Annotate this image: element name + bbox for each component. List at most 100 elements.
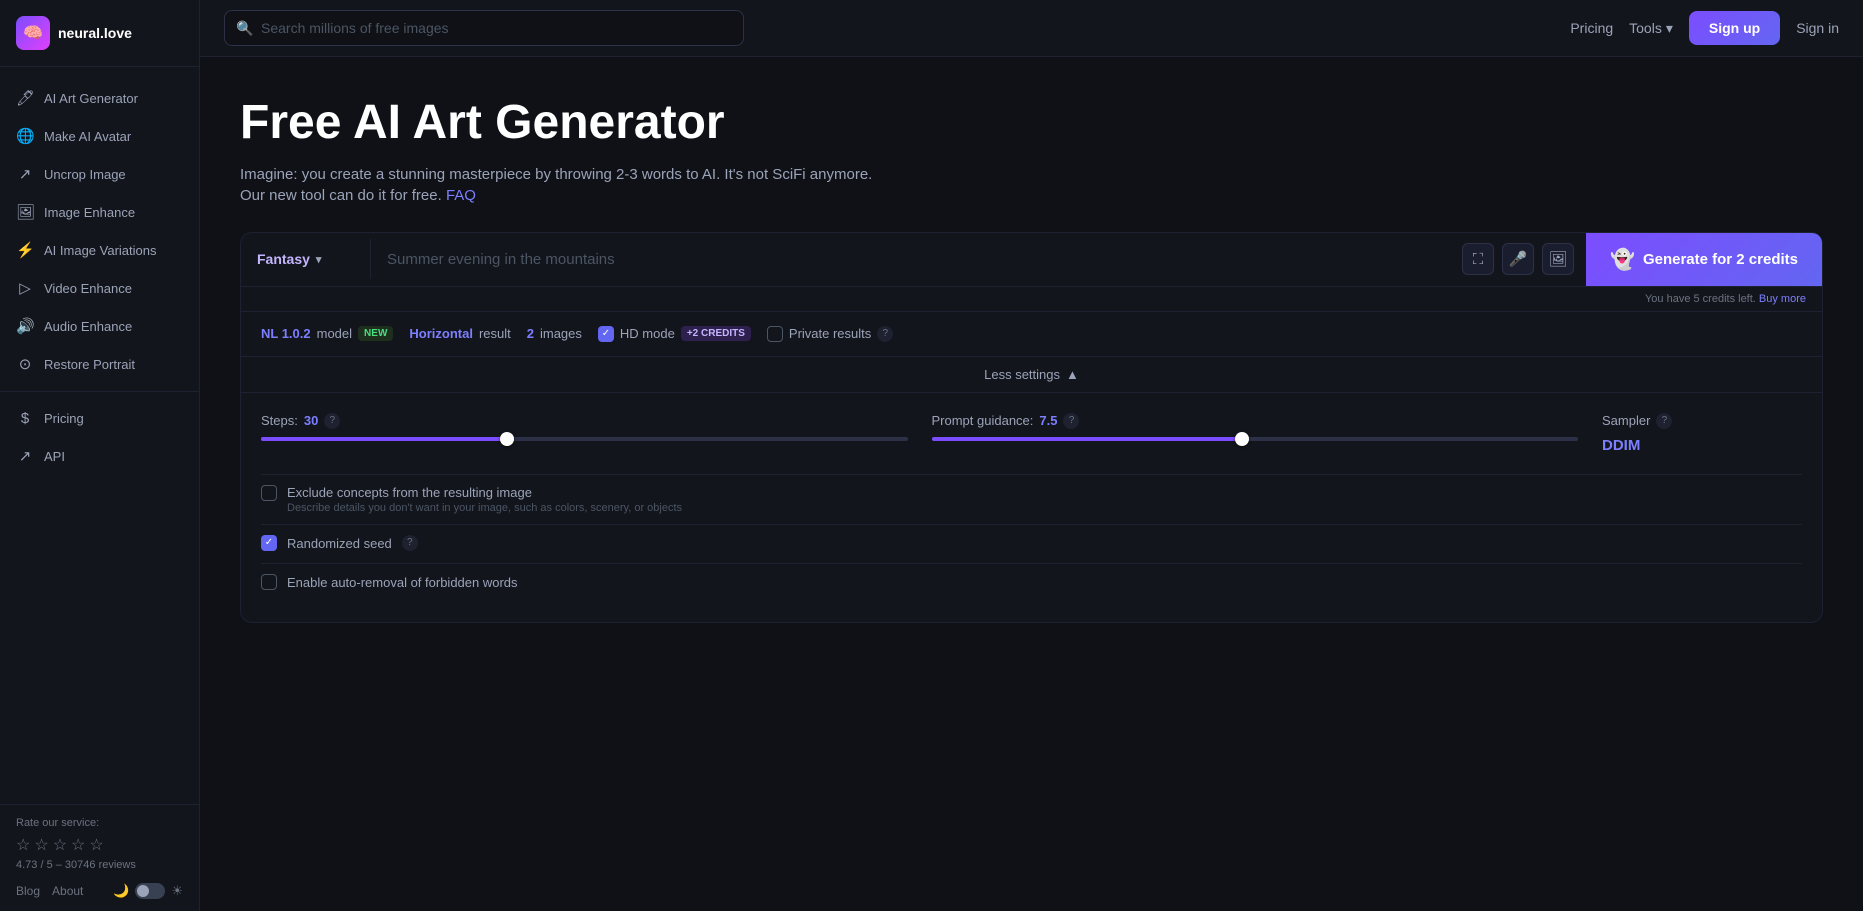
less-settings-chevron-icon: ▲	[1066, 367, 1079, 382]
generator-top-row: Fantasy ▾ ⛶ 🎤 🖼 👻 Generate for 2 credits	[241, 233, 1822, 287]
blog-link[interactable]: Blog	[16, 884, 40, 898]
style-selector[interactable]: Fantasy ▾	[241, 239, 371, 279]
model-setting[interactable]: NL 1.0.2 model NEW	[261, 326, 393, 341]
sidebar-item-ai-art-generator[interactable]: 🖊 AI Art Generator	[0, 79, 199, 117]
less-settings-row: Less settings ▲	[241, 357, 1822, 393]
less-settings-button[interactable]: Less settings ▲	[984, 367, 1079, 382]
sidebar-label-make-ai-avatar: Make AI Avatar	[44, 129, 131, 144]
credits-text: You have 5 credits left.	[1645, 293, 1756, 305]
sidebar-item-api[interactable]: ↗ API	[0, 437, 199, 475]
exclude-concepts-row: Exclude concepts from the resulting imag…	[261, 474, 1802, 524]
generate-label: Generate for 2 credits	[1643, 251, 1798, 268]
style-chevron-icon: ▾	[316, 253, 322, 266]
sidebar-divider	[0, 391, 199, 392]
make-ai-avatar-icon: 🌐	[16, 127, 34, 145]
star-3[interactable]: ☆	[53, 835, 67, 855]
sidebar-item-image-enhance[interactable]: 🖼 Image Enhance	[0, 193, 199, 231]
api-icon: ↗	[16, 447, 34, 465]
guidance-slider[interactable]	[932, 437, 1579, 441]
hd-credits-badge: +2 CREDITS	[681, 326, 751, 341]
guidance-fill	[932, 437, 1242, 441]
steps-help[interactable]: ?	[324, 413, 340, 429]
faq-link[interactable]: FAQ	[446, 187, 476, 204]
sidebar-item-uncrop-image[interactable]: ↗ Uncrop Image	[0, 155, 199, 193]
steps-slider[interactable]	[261, 437, 908, 441]
exclude-sublabel: Describe details you don't want in your …	[287, 502, 682, 514]
result-setting[interactable]: Horizontal result	[409, 326, 510, 341]
search-input[interactable]	[224, 10, 744, 46]
theme-toggle-track[interactable]	[135, 883, 165, 899]
microphone-button[interactable]: 🎤	[1502, 243, 1534, 275]
fullscreen-button[interactable]: ⛶	[1462, 243, 1494, 275]
nav-pricing-link[interactable]: Pricing	[1570, 20, 1613, 36]
randomized-seed-help[interactable]: ?	[402, 535, 418, 551]
buy-more-link[interactable]: Buy more	[1759, 293, 1806, 305]
sampler-value[interactable]: DDIM	[1602, 437, 1802, 454]
forbidden-words-text: Enable auto-removal of forbidden words	[287, 574, 518, 592]
advanced-settings: Steps: 30 ? Prompt guidance:	[241, 393, 1822, 622]
model-label: model	[317, 326, 352, 341]
guidance-label-row: Prompt guidance: 7.5 ?	[932, 413, 1579, 429]
hd-mode-setting[interactable]: ✓ HD mode +2 CREDITS	[598, 326, 751, 342]
sampler-label-row: Sampler ?	[1602, 413, 1802, 429]
private-results-help[interactable]: ?	[877, 326, 893, 342]
private-results-setting[interactable]: Private results ?	[767, 326, 893, 342]
sidebar-label-image-enhance: Image Enhance	[44, 205, 135, 220]
rate-service-label: Rate our service:	[16, 817, 183, 829]
signin-button[interactable]: Sign in	[1796, 20, 1839, 36]
guidance-help[interactable]: ?	[1063, 413, 1079, 429]
randomized-seed-checkbox[interactable]: ✓	[261, 535, 277, 551]
settings-grid: Steps: 30 ? Prompt guidance:	[261, 413, 1802, 454]
image-enhance-icon: 🖼	[16, 203, 34, 221]
sidebar-label-uncrop-image: Uncrop Image	[44, 167, 126, 182]
star-4[interactable]: ☆	[71, 835, 85, 855]
sidebar-label-video-enhance: Video Enhance	[44, 281, 132, 296]
sidebar-item-restore-portrait[interactable]: ⊙ Restore Portrait	[0, 345, 199, 383]
generate-button[interactable]: 👻 Generate for 2 credits	[1586, 233, 1822, 286]
star-1[interactable]: ☆	[16, 835, 30, 855]
hd-mode-checkbox[interactable]: ✓	[598, 326, 614, 342]
nav-tools-dropdown[interactable]: Tools ▾	[1629, 20, 1673, 37]
sidebar-item-pricing[interactable]: $ Pricing	[0, 400, 199, 437]
ai-art-generator-icon: 🖊	[16, 89, 34, 107]
page-subtitle2: Our new tool can do it for free. FAQ	[240, 187, 1823, 204]
video-enhance-icon: ▷	[16, 279, 34, 297]
tools-label: Tools	[1629, 20, 1662, 36]
exclude-checkbox[interactable]	[261, 485, 277, 501]
star-5[interactable]: ☆	[89, 835, 103, 855]
guidance-control: Prompt guidance: 7.5 ?	[932, 413, 1579, 454]
sampler-control: Sampler ? DDIM	[1602, 413, 1802, 454]
sidebar-label-ai-image-variations: AI Image Variations	[44, 243, 156, 258]
sidebar-nav: 🖊 AI Art Generator 🌐 Make AI Avatar ↗ Un…	[0, 67, 199, 804]
images-setting[interactable]: 2 images	[527, 326, 582, 341]
new-badge: NEW	[358, 326, 393, 341]
page-subtitle: Imagine: you create a stunning masterpie…	[240, 166, 1823, 183]
steps-thumb	[500, 432, 514, 446]
search-container: 🔍	[224, 10, 744, 46]
private-results-checkbox[interactable]	[767, 326, 783, 342]
images-label: images	[540, 326, 582, 341]
sidebar-item-ai-image-variations[interactable]: ⚡ AI Image Variations	[0, 231, 199, 269]
stars-container: ☆ ☆ ☆ ☆ ☆	[16, 835, 183, 855]
forbidden-words-checkbox[interactable]	[261, 574, 277, 590]
guidance-thumb	[1235, 432, 1249, 446]
ghost-icon: 👻	[1610, 247, 1635, 272]
about-link[interactable]: About	[52, 884, 83, 898]
sidebar-pricing-label: Pricing	[44, 411, 84, 426]
logo[interactable]: 🧠 neural.love	[0, 0, 199, 67]
sidebar-item-video-enhance[interactable]: ▷ Video Enhance	[0, 269, 199, 307]
sidebar-item-make-ai-avatar[interactable]: 🌐 Make AI Avatar	[0, 117, 199, 155]
prompt-input[interactable]	[371, 237, 1450, 282]
private-results-label: Private results	[789, 326, 871, 341]
sidebar-item-audio-enhance[interactable]: 🔊 Audio Enhance	[0, 307, 199, 345]
sampler-help[interactable]: ?	[1656, 413, 1672, 429]
prompt-actions: ⛶ 🎤 🖼	[1450, 243, 1586, 275]
model-value: NL 1.0.2	[261, 326, 311, 341]
signup-button[interactable]: Sign up	[1689, 11, 1780, 45]
star-2[interactable]: ☆	[34, 835, 48, 855]
moon-icon: 🌙	[113, 883, 129, 899]
image-upload-button[interactable]: 🖼	[1542, 243, 1574, 275]
main-area: 🔍 Pricing Tools ▾ Sign up Sign in Free A…	[200, 0, 1863, 911]
search-icon: 🔍	[236, 20, 253, 37]
randomized-seed-text: Randomized seed	[287, 535, 392, 553]
